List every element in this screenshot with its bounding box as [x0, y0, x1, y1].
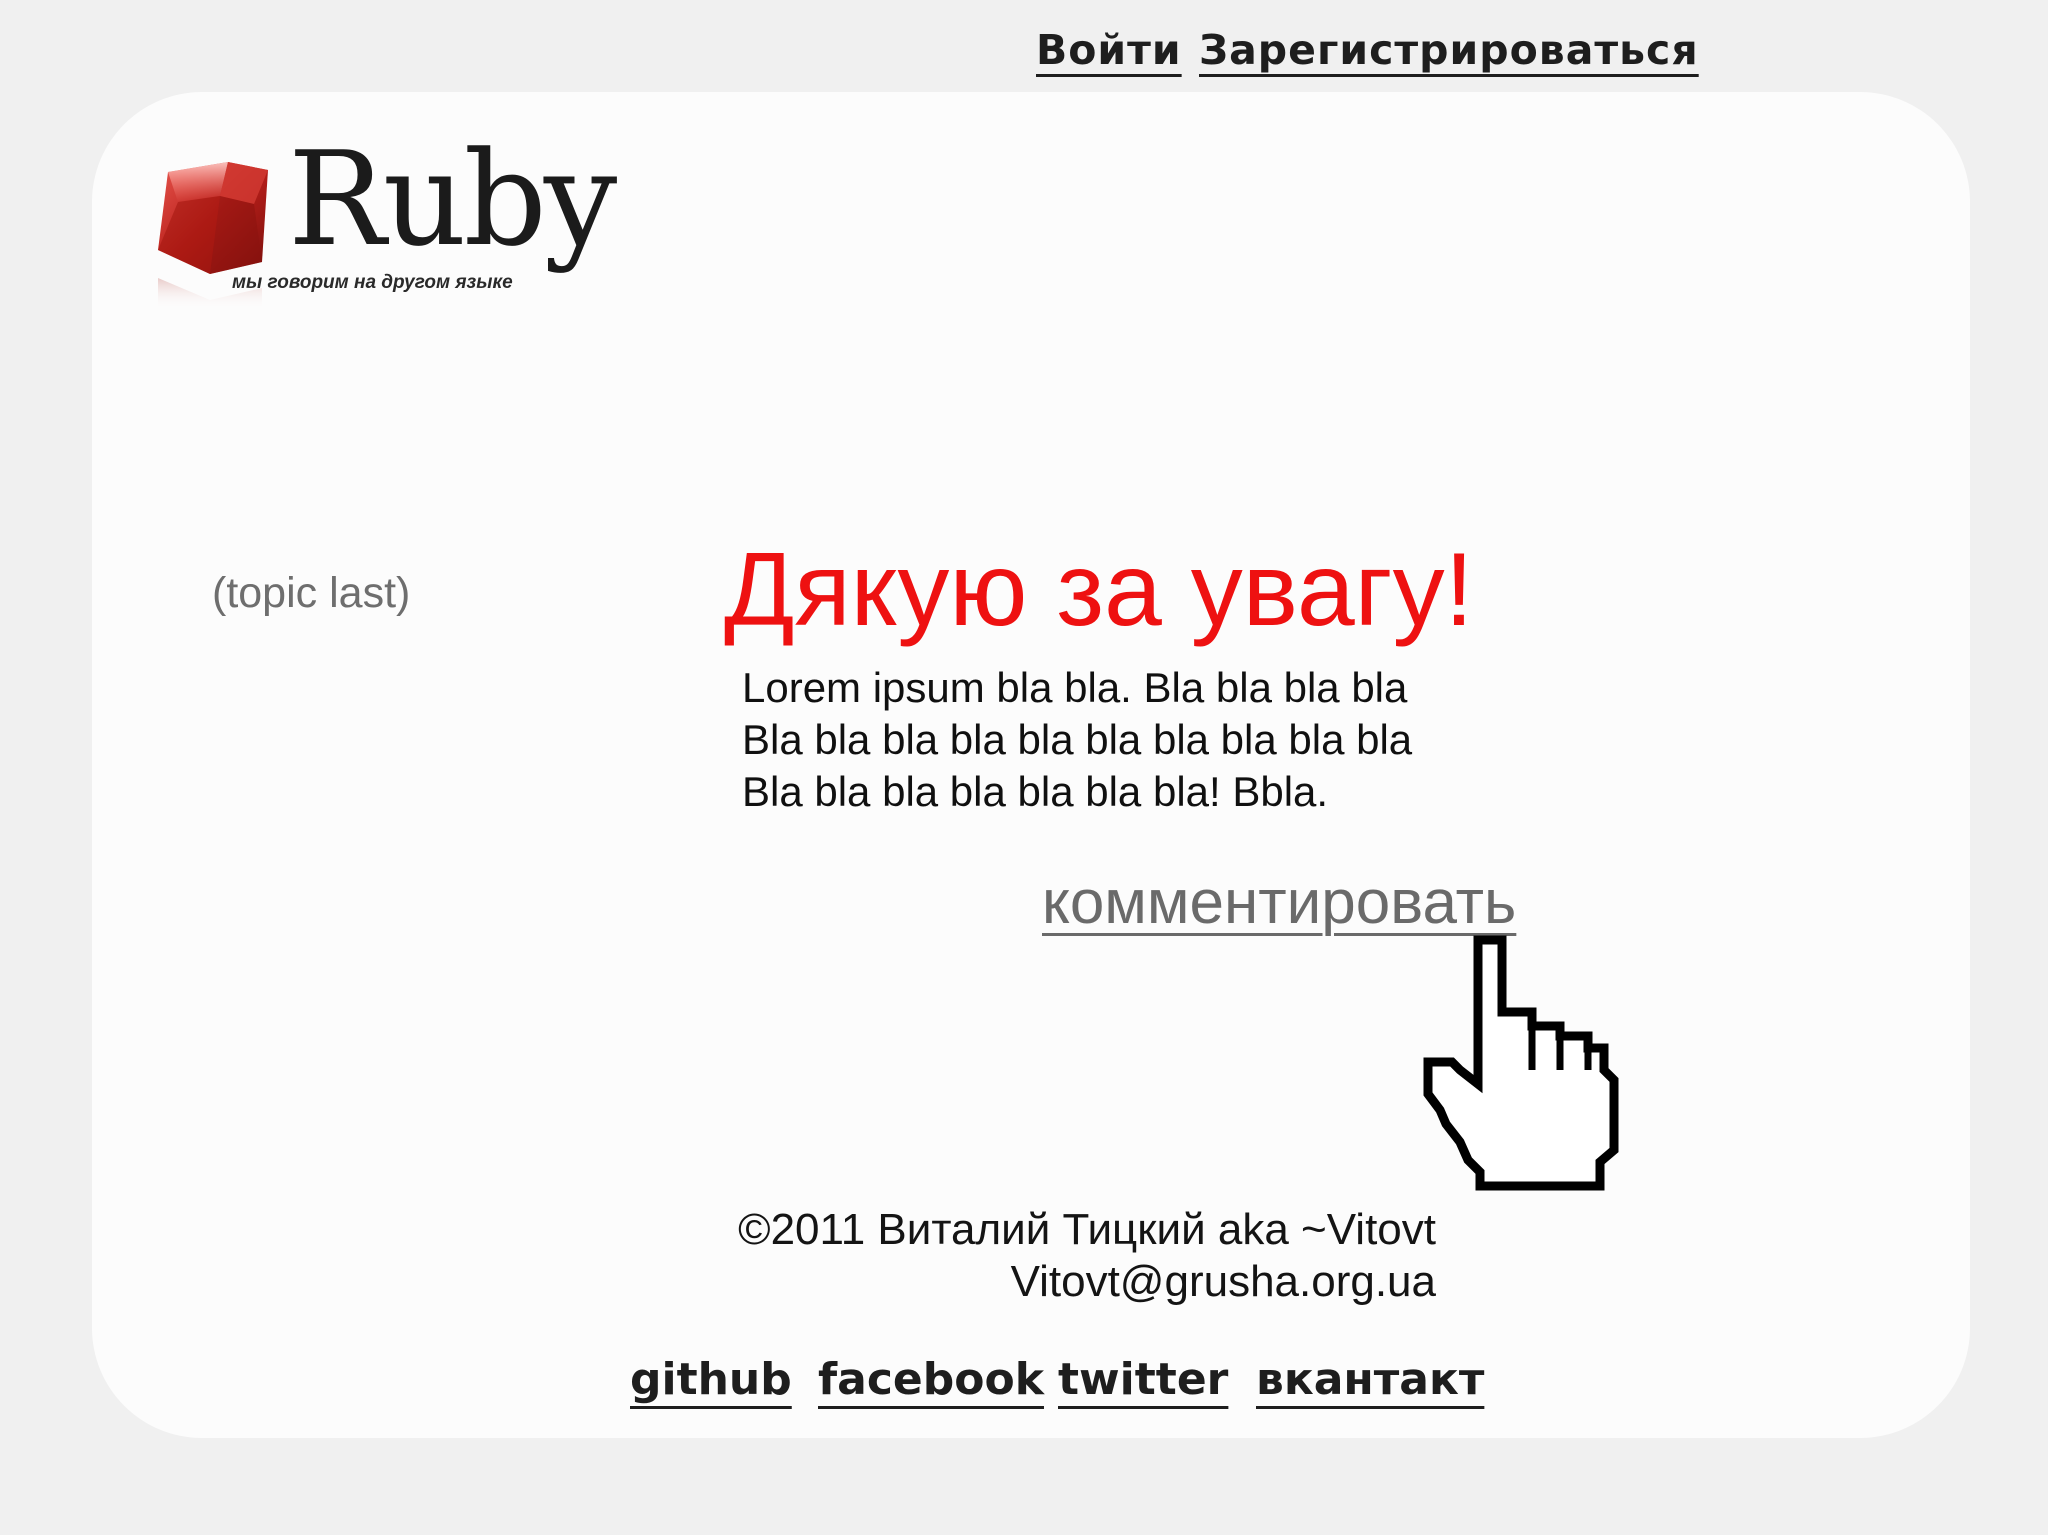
register-link[interactable]: Зарегистрироваться [1199, 30, 1699, 71]
footer-credits: ©2011 Виталий Тицкий aka ~Vitovt Vitovt@… [738, 1204, 1436, 1308]
body-line: Bla bla bla bla bla bla bla bla bla bla [742, 716, 1413, 763]
copyright-text: ©2011 Виталий Тицкий aka ~Vitovt [738, 1205, 1436, 1254]
github-link[interactable]: github [630, 1358, 792, 1402]
hand-pointer-icon [1423, 935, 1619, 1191]
contact-email: Vitovt@grusha.org.ua [1010, 1257, 1436, 1306]
topic-label: (topic last) [212, 569, 411, 617]
vkontakte-link[interactable]: вкантакт [1256, 1358, 1484, 1402]
body-line: Lorem ipsum bla bla. Bla bla bla bla [742, 664, 1408, 711]
facebook-link[interactable]: facebook [818, 1358, 1044, 1402]
logo-wordmark: Ruby [288, 123, 617, 275]
comment-link[interactable]: комментировать [1042, 872, 1516, 934]
twitter-link[interactable]: twitter [1058, 1358, 1228, 1402]
logo-tagline: мы говорим на другом языке [232, 272, 513, 293]
article-body: Lorem ipsum bla bla. Bla bla bla bla Bla… [742, 662, 1412, 818]
login-link[interactable]: Войти [1036, 30, 1182, 71]
site-logo[interactable]: Ruby мы говорим на другом языке [150, 134, 650, 320]
page-title: Дякую за увагу! [724, 532, 1474, 648]
body-line: Bla bla bla bla bla bla bla! Bbla. [742, 768, 1329, 815]
